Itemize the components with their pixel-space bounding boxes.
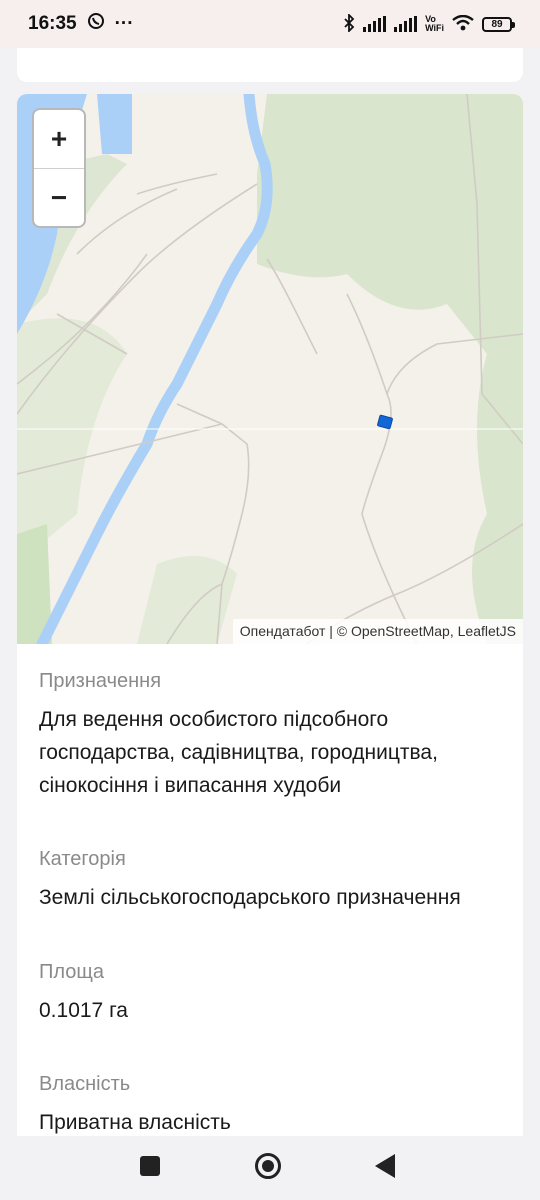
more-notifications-icon: ··· xyxy=(114,13,134,34)
home-icon[interactable] xyxy=(255,1153,281,1179)
vowifi-icon: Vo WiFi xyxy=(425,15,444,33)
zoom-out-button[interactable]: − xyxy=(34,169,84,226)
status-right: Vo WiFi 89 xyxy=(343,12,515,35)
parcel-details: Призначення Для ведення особистого підсо… xyxy=(17,644,523,1136)
navigation-bar xyxy=(0,1136,540,1200)
bluetooth-icon xyxy=(343,12,355,35)
purpose-field: Призначення Для ведення особистого підсо… xyxy=(39,670,501,802)
top-card xyxy=(17,48,523,82)
area-value: 0.1017 га xyxy=(39,999,128,1022)
forest-area xyxy=(257,94,523,644)
viber-icon xyxy=(87,12,105,36)
map[interactable]: + − Опендатабот | © OpenStreetMap, Leafl… xyxy=(17,94,523,644)
ownership-label: Власність xyxy=(39,1073,131,1095)
category-field: Категорія Землі сільськогосподарського п… xyxy=(39,848,501,914)
vowifi-wifi: WiFi xyxy=(425,23,444,33)
forest-area xyxy=(137,556,237,644)
status-left: 16:35 ··· xyxy=(28,12,134,36)
ownership-field: Власність Приватна власність xyxy=(39,1073,501,1136)
category-value: Землі сільськогосподарського призначення xyxy=(39,886,461,909)
map-attribution[interactable]: Опендатабот | © OpenStreetMap, LeafletJS xyxy=(232,619,523,644)
status-time: 16:35 xyxy=(28,13,77,34)
zoom-control: + − xyxy=(32,108,86,228)
battery-icon: 89 xyxy=(482,16,515,32)
signal-icon-2 xyxy=(394,16,418,32)
purpose-value: Для ведення особистого підсобного господ… xyxy=(39,708,438,797)
wifi-icon xyxy=(452,14,474,34)
purpose-label: Призначення xyxy=(39,670,162,692)
area-field: Площа 0.1017 га xyxy=(39,961,501,1027)
forest-area xyxy=(17,318,127,564)
back-icon[interactable] xyxy=(375,1154,395,1178)
area-label: Площа xyxy=(39,961,104,983)
category-label: Категорія xyxy=(39,848,126,870)
map-tiles xyxy=(17,94,523,644)
status-bar: 16:35 ··· Vo WiFi 89 xyxy=(0,0,540,48)
recent-apps-icon[interactable] xyxy=(140,1156,160,1176)
ownership-value: Приватна власність xyxy=(39,1111,231,1134)
signal-icon xyxy=(363,16,387,32)
zoom-in-button[interactable]: + xyxy=(34,110,84,169)
pond xyxy=(97,94,132,154)
